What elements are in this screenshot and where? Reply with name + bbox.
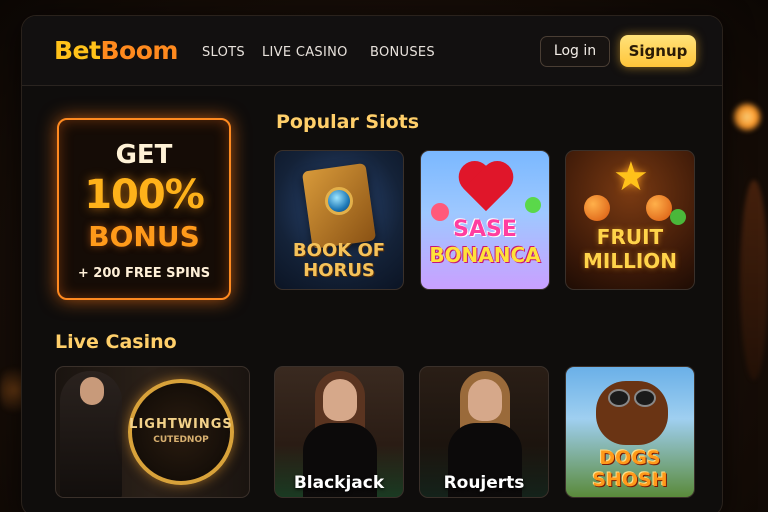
dealer-face bbox=[468, 379, 502, 421]
logo-part1: Bet bbox=[54, 36, 101, 65]
lightning-emblem bbox=[128, 379, 234, 485]
goggle-icon bbox=[634, 389, 656, 407]
signup-button[interactable]: Signup bbox=[620, 35, 696, 67]
live-tile-roulette[interactable]: Roujerts bbox=[419, 366, 549, 498]
slot-tile-fruit-million[interactable]: ★ FRUIT MILLION bbox=[565, 150, 695, 290]
promo-line-spins: + 200 FREE SPINS bbox=[77, 266, 211, 281]
orange-icon bbox=[646, 195, 672, 221]
nav-bonuses[interactable]: BONUSES bbox=[370, 45, 435, 60]
slot-name-line1: SASE bbox=[453, 217, 517, 242]
host-face bbox=[80, 377, 104, 405]
slot-tile-sweet-bonanza[interactable]: SASE BONANCA bbox=[420, 150, 550, 290]
slot-name: FRUIT MILLION bbox=[582, 225, 677, 273]
candy-icon bbox=[525, 197, 541, 213]
background-decor bbox=[740, 180, 768, 380]
gem-icon bbox=[325, 187, 353, 215]
orange-icon bbox=[584, 195, 610, 221]
app-window: BetBoom SLOTS LIVE CASINO BONUSES Log in… bbox=[22, 16, 722, 512]
bonus-promo-banner[interactable]: GET 100% BONUS + 200 FREE SPINS bbox=[57, 118, 231, 300]
dealer-face bbox=[323, 379, 357, 421]
dog-icon bbox=[596, 381, 668, 445]
slot-tile-dogs[interactable]: DOGS SHOSH bbox=[565, 366, 695, 498]
login-button[interactable]: Log in bbox=[540, 36, 610, 67]
nav-live-casino[interactable]: LIVE CASINO bbox=[262, 45, 348, 60]
live-tile-blackjack[interactable]: Blackjack bbox=[274, 366, 404, 498]
logo-part2: Boom bbox=[100, 36, 178, 65]
grape-icon bbox=[670, 209, 686, 225]
live-game-name: Blackjack bbox=[293, 473, 385, 493]
live-game-title: LIGHTWINGS bbox=[129, 417, 233, 432]
promo-line-bonus: BONUS bbox=[88, 220, 200, 253]
popular-slots-title: Popular Siots bbox=[276, 111, 420, 133]
live-casino-title: Live Casino bbox=[55, 331, 177, 353]
promo-line-percent: 100% bbox=[84, 172, 205, 218]
slot-tile-book-of-horus[interactable]: BOOK OF HORUS bbox=[274, 150, 404, 290]
live-game-name: Roujerts bbox=[443, 473, 525, 493]
heart-icon bbox=[459, 163, 513, 217]
promo-line-get: GET bbox=[115, 140, 173, 170]
bokeh-light bbox=[732, 102, 762, 132]
star-icon: ★ bbox=[613, 154, 649, 200]
live-tile-lightning[interactable]: LIGHTWINGS CUTEDNOP bbox=[55, 366, 250, 498]
live-game-subtitle: CUTEDNOP bbox=[153, 435, 209, 445]
top-navbar: BetBoom SLOTS LIVE CASINO BONUSES Log in… bbox=[22, 16, 722, 86]
slot-name: BOOK OF HORUS bbox=[292, 240, 386, 281]
slot-name: DOGS SHOSH bbox=[592, 447, 668, 491]
goggle-icon bbox=[608, 389, 630, 407]
slot-name-line2: BONANCA bbox=[429, 243, 541, 267]
logo[interactable]: BetBoom bbox=[54, 36, 178, 65]
nav-slots[interactable]: SLOTS bbox=[202, 45, 245, 60]
host-figure bbox=[60, 371, 122, 497]
